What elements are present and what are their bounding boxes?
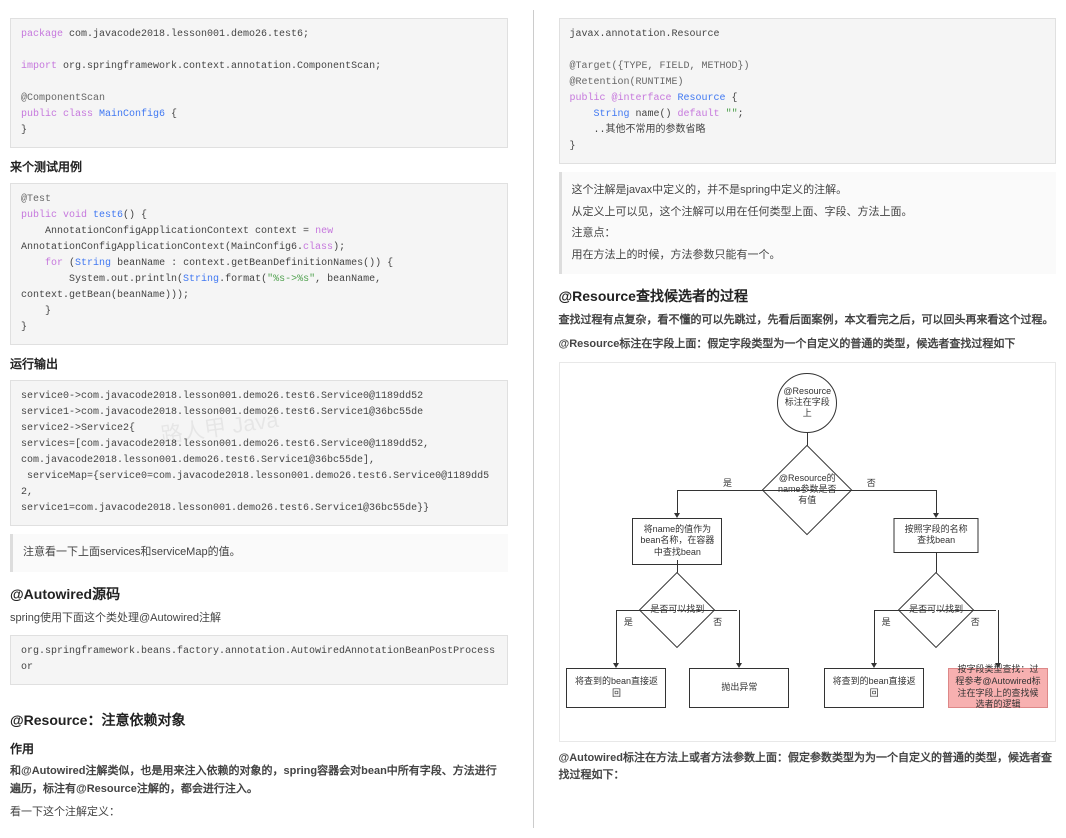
column-divider	[533, 10, 534, 828]
left-column: 路人甲 Java package com.javacode2018.lesson…	[10, 10, 508, 828]
heading-autowired: @Autowired源码	[10, 584, 508, 604]
heading-effect: 作用	[10, 740, 508, 757]
quote-services: 注意看一下上面services和serviceMap的值。	[10, 534, 508, 572]
quote-p1: 这个注解是javax中定义的，并不是spring中定义的注解。	[572, 182, 1047, 200]
p-method: @Autowired标注在方法上或者方法参数上面：假定参数类型为为一个自定义的普…	[559, 750, 1057, 785]
p-field: @Resource标注在字段上面：假定字段类型为一个自定义的普通的类型，候选者查…	[559, 336, 1057, 354]
quote-p3: 注意点：	[572, 225, 1047, 243]
flowchart: @Resource标注在字段上 @Resource的name参数是否有值 是 否	[559, 362, 1057, 742]
code-block-processor: org.springframework.beans.factory.annota…	[10, 635, 508, 685]
code-block-output: service0->com.javacode2018.lesson001.dem…	[10, 380, 508, 526]
code-block-config: package com.javacode2018.lesson001.demo2…	[10, 18, 508, 148]
heading-process: @Resource查找候选者的过程	[559, 286, 1057, 306]
fc-b4: 按字段类型查找：过程参考@Autowired标注在字段上的查找候选者的逻辑	[948, 668, 1048, 708]
p-complex: 查找过程有点复杂，看不懂的可以先跳过，先看后面案例，本文看完之后，可以回头再来看…	[559, 312, 1057, 330]
heading-output: 运行输出	[10, 355, 508, 372]
heading-test: 来个测试用例	[10, 158, 508, 175]
p-effect: 和@Autowired注解类似，也是用来注入依赖的对象的，spring容器会对b…	[10, 763, 508, 798]
code-block-resource-def: javax.annotation.Resource @Target({TYPE,…	[559, 18, 1057, 164]
quote-text: 注意看一下上面services和serviceMap的值。	[23, 544, 498, 562]
heading-resource: @Resource：注意依赖对象	[10, 710, 508, 730]
quote-p4: 用在方法上的时候，方法参数只能有一个。	[572, 247, 1047, 265]
p-look: 看一下这个注解定义：	[10, 804, 508, 822]
fc-rect-left: 将name的值作为bean名称，在容器中查找bean	[632, 518, 722, 565]
fc-b3: 将查到的bean直接返回	[824, 668, 924, 708]
kw: package	[21, 29, 63, 40]
p-spring: spring使用下面这个类处理@Autowired注解	[10, 610, 508, 628]
fc-start: @Resource标注在字段上	[777, 373, 837, 433]
right-column: 路人甲 Java 路人甲 Java javax.annotation.Resou…	[559, 10, 1057, 828]
quote-p2: 从定义上可以见，这个注解可以用在任何类型上面、字段、方法上面。	[572, 204, 1047, 222]
quote-resource: 这个注解是javax中定义的，并不是spring中定义的注解。 从定义上可以见，…	[559, 172, 1057, 274]
code-block-test: @Test public void test6() { AnnotationCo…	[10, 183, 508, 345]
fc-b1: 将查到的bean直接返回	[566, 668, 666, 708]
fc-b2: 抛出异常	[689, 668, 789, 708]
fc-rect-right: 按照字段的名称查找bean	[894, 518, 979, 553]
